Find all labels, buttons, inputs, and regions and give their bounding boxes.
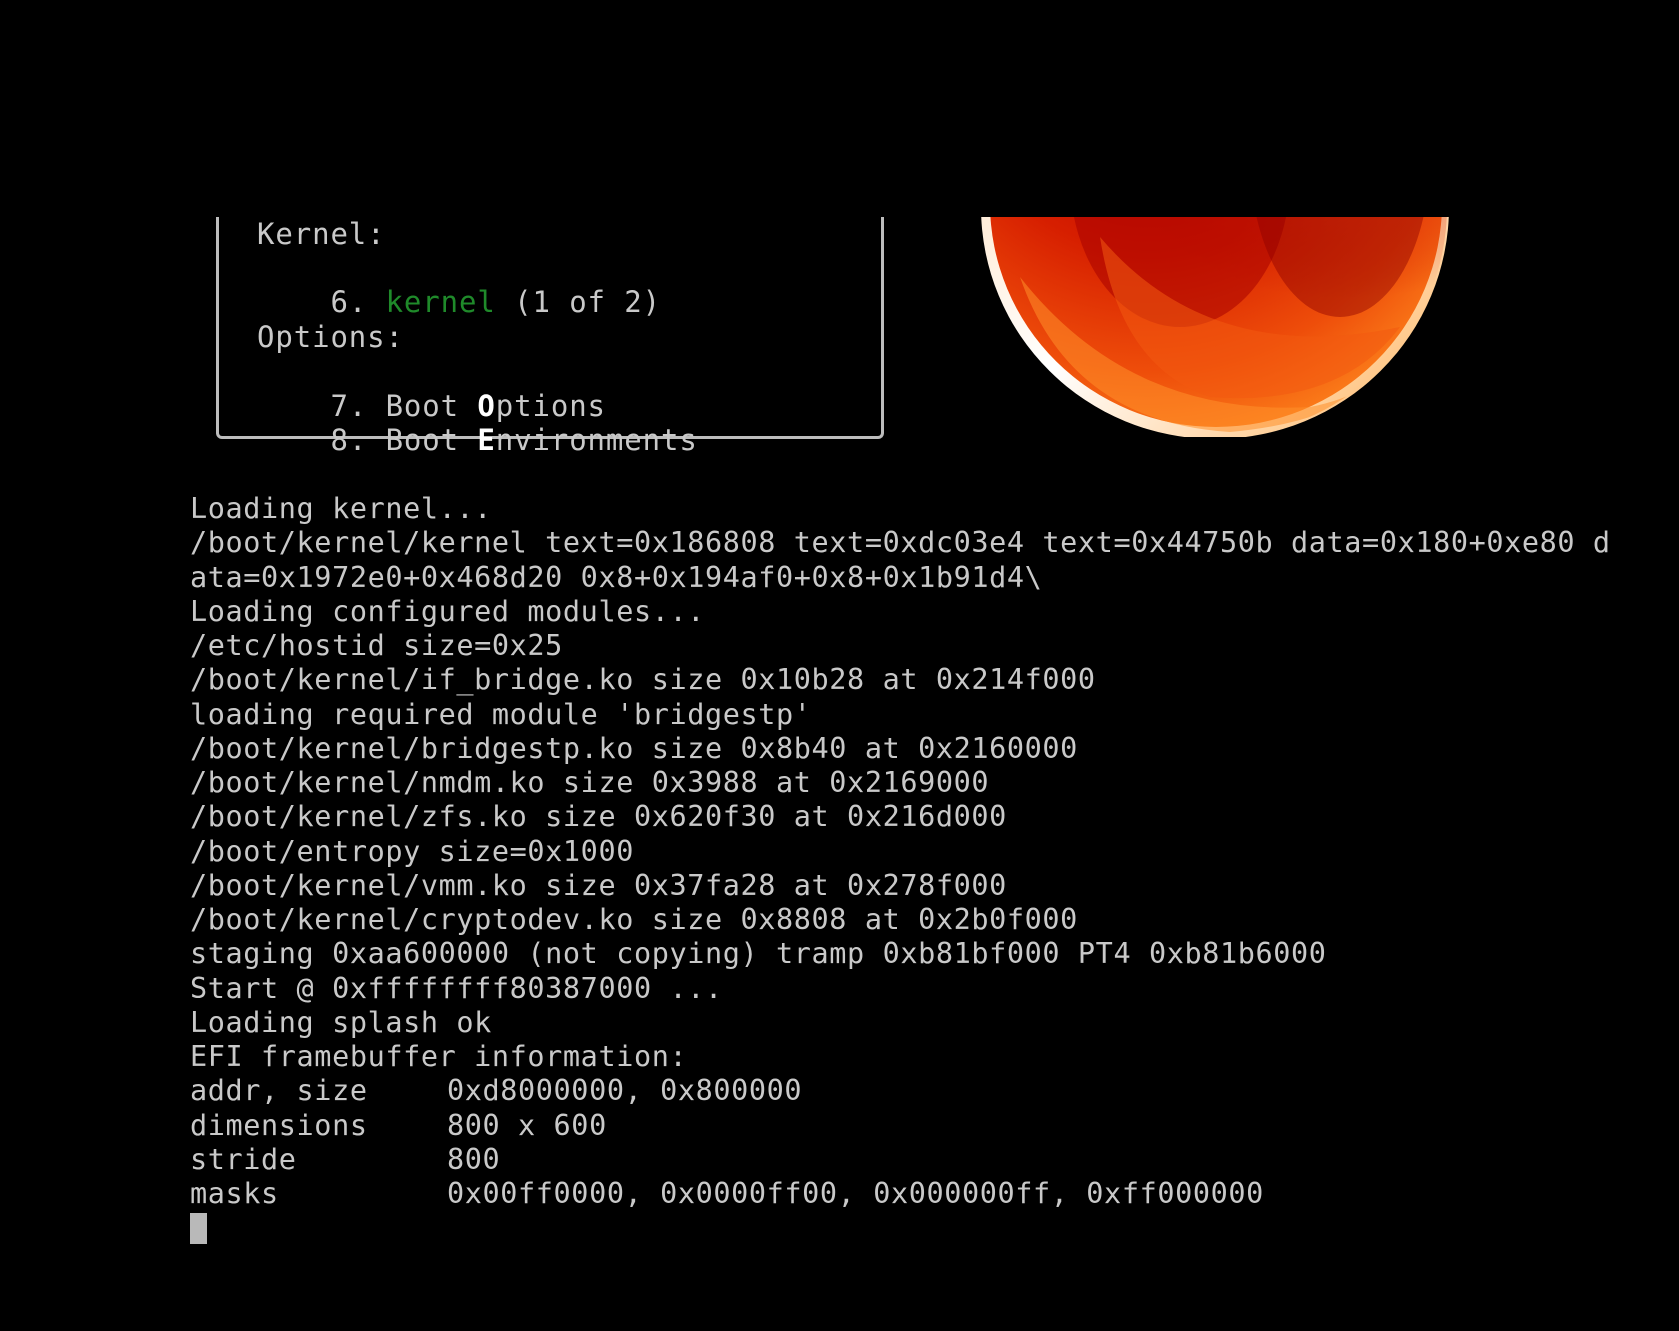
console-line: ata=0x1972e0+0x468d20 0x8+0x194af0+0x8+0… xyxy=(190,560,1043,594)
kernel-heading: Kernel: xyxy=(257,217,386,251)
console-line: /boot/kernel/nmdm.ko size 0x3988 at 0x21… xyxy=(190,766,990,799)
boot-screen: Kernel: 6. kernel (1 of 2) Options: 7. B… xyxy=(0,0,1679,1331)
console-line: /boot/kernel/cryptodev.ko size 0x8808 at… xyxy=(190,903,1078,936)
console-line: /boot/kernel/if_bridge.ko size 0x10b28 a… xyxy=(190,663,1096,697)
framebuffer-value: 800 xyxy=(447,1142,501,1176)
console-line: /boot/kernel/vmm.ko size 0x37fa28 at 0x2… xyxy=(190,868,1007,902)
framebuffer-key: stride xyxy=(190,1142,297,1176)
console-line: /boot/kernel/bridgestp.ko size 0x8b40 at… xyxy=(190,731,1078,765)
text-cursor xyxy=(190,1213,207,1245)
console-line: /boot/kernel/zfs.ko size 0x620f30 at 0x2… xyxy=(190,800,1007,834)
framebuffer-value: 0xd8000000, 0x800000 xyxy=(447,1074,803,1108)
framebuffer-row: masks 0x00ff0000, 0x0000ff00, 0x000000ff,… xyxy=(190,1177,1620,1211)
framebuffer-row: dimensions 800 x 600 xyxy=(190,1109,1620,1143)
console-line: EFI framebuffer information: xyxy=(190,1040,688,1073)
menu-item-hotkey: E xyxy=(477,423,496,457)
console-line: Loading kernel... xyxy=(190,492,492,525)
framebuffer-key: masks xyxy=(190,1177,279,1210)
framebuffer-value: 0x00ff0000, 0x0000ff00, 0x000000ff, 0xff… xyxy=(447,1177,1264,1210)
console-line: loading required module 'bridgestp' xyxy=(190,697,812,731)
sphere-logo-icon xyxy=(980,217,1450,437)
console-line: /etc/hostid size=0x25 xyxy=(190,629,563,662)
framebuffer-key: dimensions xyxy=(190,1108,368,1142)
console-line: Start @ 0xffffffff80387000 ... xyxy=(190,971,723,1005)
framebuffer-row: addr, size 0xd8000000, 0x800000 xyxy=(190,1074,1620,1108)
menu-item-prefix: Boot xyxy=(385,423,478,457)
console-line: /boot/entropy size=0x1000 xyxy=(190,834,634,868)
console-output: Loading kernel... /boot/kernel/kernel te… xyxy=(190,492,1620,1245)
menu-item-number: 8. xyxy=(330,423,368,457)
framebuffer-row: stride 800 xyxy=(190,1143,1620,1177)
framebuffer-key: addr, size xyxy=(190,1074,368,1108)
kernel-count: (1 of 2) xyxy=(514,285,661,319)
console-line: staging 0xaa600000 (not copying) tramp 0… xyxy=(190,937,1327,971)
console-line: Loading configured modules... xyxy=(190,594,705,628)
console-line: /boot/kernel/kernel text=0x186808 text=0… xyxy=(190,526,1611,560)
framebuffer-value: 800 x 600 xyxy=(447,1108,607,1142)
menu-item-number: 6. xyxy=(330,285,368,319)
kernel-name: kernel xyxy=(385,285,496,319)
options-heading: Options: xyxy=(257,320,404,354)
console-line: Loading splash ok xyxy=(190,1005,492,1039)
menu-item-rest: nvironments xyxy=(495,423,698,457)
menu-item-boot-environments[interactable]: 8. Boot Environments xyxy=(257,389,698,491)
